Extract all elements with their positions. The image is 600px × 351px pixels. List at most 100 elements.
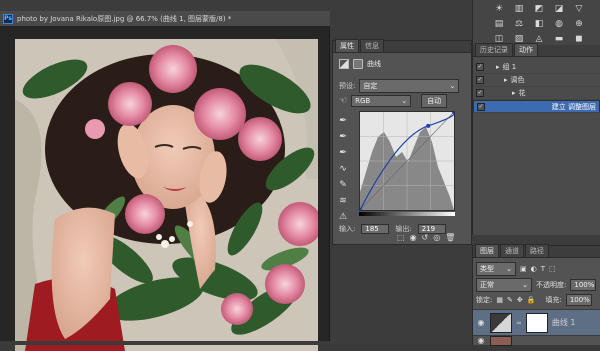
layer-mask-thumbnail[interactable] [525, 312, 548, 333]
preset-row: 预设: 自定 ⌄ [339, 79, 460, 93]
channel-row: ☜ RGB ⌄ 自动 [339, 94, 448, 108]
expand-triangle-icon[interactable]: ▸ [496, 63, 500, 71]
gradient-map-icon[interactable]: ▬ [553, 33, 565, 45]
lock-label: 锁定: [476, 296, 493, 304]
image-canvas[interactable] [15, 39, 318, 351]
action-label: 组 1 [502, 63, 517, 71]
pencil-tool-icon[interactable]: ✎ [337, 179, 349, 191]
action-checkbox[interactable]: ✓ [477, 102, 485, 111]
preset-select[interactable]: 自定 ⌄ [359, 79, 460, 93]
filter-shape-icon[interactable]: ⬚ [549, 265, 556, 273]
trash-icon[interactable]: 🗑 [445, 233, 455, 242]
tab-history[interactable]: 历史记录 [475, 43, 513, 56]
blend-row: 正常 ⌄ 不透明度: 100% [476, 278, 597, 292]
action-label: 建立 调整图层 [551, 102, 596, 111]
visibility-icon[interactable]: ◎ [433, 233, 440, 242]
kind-select[interactable]: 类型 ⌄ [476, 262, 516, 276]
photo-canvas-image [15, 39, 318, 351]
expand-triangle-icon[interactable]: ▸ [512, 89, 516, 97]
black-point-eyedropper-icon[interactable]: ✒ [337, 115, 349, 127]
tab-paths[interactable]: 路径 [525, 244, 549, 257]
layer-filter-row: 类型 ⌄ ▣ ◐ T ⬚ [476, 262, 556, 276]
action-checkbox[interactable]: ✓ [476, 63, 484, 71]
layers-tabs: 图层 通道 路径 [473, 244, 600, 258]
action-checkbox[interactable]: ✓ [476, 76, 484, 84]
clip-to-layer-icon[interactable]: ⬚ [397, 233, 405, 242]
tab-actions[interactable]: 动作 [514, 43, 538, 56]
layer-row-photo[interactable]: ◉ [473, 335, 600, 346]
curve-tools: ✒ ✒ ✒ ∿ ✎ ≋ ⚠ [337, 115, 351, 223]
black-white-icon[interactable]: ◧ [533, 18, 545, 30]
document-title: photo by Jovana Rikalo原图.jpg @ 66.7% (曲线… [17, 14, 232, 23]
mask-icon[interactable] [353, 59, 363, 69]
opacity-field[interactable]: 100% [570, 279, 597, 291]
filter-adjust-icon[interactable]: ◐ [531, 265, 537, 273]
photoshop-logo-icon: Ps [3, 13, 13, 24]
curves-adjustment-icon [339, 59, 349, 69]
warning-icon[interactable]: ⚠ [337, 211, 349, 223]
properties-panel: 属性 信息 曲线 预设: 自定 ⌄ ☜ RGB ⌄ 自动 ✒ ✒ ✒ ∿ ✎ ≋ ⚠ [332, 39, 472, 245]
auto-button[interactable]: 自动 [421, 94, 448, 108]
chevron-down-icon: ⌄ [449, 82, 456, 90]
view-previous-icon[interactable]: ◉ [410, 233, 417, 242]
vibrance-icon[interactable]: ▽ [573, 3, 585, 15]
adjustments-panel: ☀ ▥ ◩ ◪ ▽ ▤ ⚖ ◧ ◍ ⊕ ◫ ▨ ◬ ▬ ◼ [472, 0, 600, 45]
action-checkbox[interactable]: ✓ [476, 89, 484, 97]
eye-icon[interactable]: ◉ [476, 318, 486, 328]
lock-move-icon[interactable]: ✥ [517, 296, 523, 304]
layer-row-curves[interactable]: ◉ ∞ 曲线 1 [473, 309, 600, 335]
curves-graph[interactable] [358, 110, 456, 212]
exposure-icon[interactable]: ◪ [553, 3, 565, 15]
tab-info[interactable]: 信息 [360, 39, 384, 52]
preset-label: 预设: [339, 82, 356, 90]
action-item[interactable]: ✓ 建立 调整图层 [473, 100, 600, 113]
channel-mixer-icon[interactable]: ⊕ [573, 18, 585, 30]
color-balance-icon[interactable]: ⚖ [513, 18, 525, 30]
filter-pixel-icon[interactable]: ▣ [520, 265, 527, 273]
lock-row: 锁定: ▦ ✎ ✥ 🔒 填充: 100% [476, 294, 592, 306]
tab-channels[interactable]: 通道 [500, 244, 524, 257]
tab-properties[interactable]: 属性 [335, 39, 359, 52]
filter-type-icon[interactable]: T [541, 265, 545, 273]
selective-color-icon[interactable]: ◼ [573, 33, 585, 45]
smooth-icon[interactable]: ≋ [337, 195, 349, 207]
status-bar [0, 341, 330, 345]
hue-icon[interactable]: ▤ [493, 18, 505, 30]
lock-brush-icon[interactable]: ✎ [507, 296, 513, 304]
action-item[interactable]: ✓ ▸ 调色 [473, 74, 600, 87]
action-item[interactable]: ✓ ▸ 组 1 [473, 61, 600, 74]
brightness-icon[interactable]: ☀ [493, 3, 505, 15]
curves-header: 曲线 [339, 59, 381, 69]
curves-icon[interactable]: ◩ [533, 3, 545, 15]
hand-target-icon[interactable]: ☜ [339, 96, 347, 106]
reset-icon[interactable]: ↺ [422, 233, 429, 242]
action-item[interactable]: ✓ ▸ 花 [473, 87, 600, 100]
document-window: Ps photo by Jovana Rikalo原图.jpg @ 66.7% … [0, 11, 330, 351]
panel-name: 曲线 [367, 60, 381, 68]
lock-pixels-icon[interactable]: ▦ [496, 296, 503, 304]
levels-icon[interactable]: ▥ [513, 3, 525, 15]
blend-mode-select[interactable]: 正常 ⌄ [476, 278, 532, 292]
document-tab[interactable]: Ps photo by Jovana Rikalo原图.jpg @ 66.7% … [0, 11, 330, 27]
curve-point-tool-icon[interactable]: ∿ [337, 163, 349, 175]
fill-field[interactable]: 100% [565, 294, 592, 306]
photo-filter-icon[interactable]: ◍ [553, 18, 565, 30]
actions-panel: 历史记录 动作 ✓ ▸ 组 1 ✓ ▸ 调色 ✓ ▸ 花 ✓ 建立 调整图层 [472, 43, 600, 235]
kind-value: 类型 [480, 265, 494, 273]
tab-layers[interactable]: 图层 [475, 244, 499, 257]
link-icon: ∞ [516, 318, 522, 327]
expand-triangle-icon[interactable]: ▸ [504, 76, 508, 84]
curves-layer-thumbnail-icon [490, 312, 512, 333]
action-list: ✓ ▸ 组 1 ✓ ▸ 调色 ✓ ▸ 花 ✓ 建立 调整图层 [473, 61, 600, 113]
gray-point-eyedropper-icon[interactable]: ✒ [337, 131, 349, 143]
input-field[interactable]: 185 [361, 224, 390, 234]
lock-all-icon[interactable]: 🔒 [527, 296, 536, 304]
white-point-eyedropper-icon[interactable]: ✒ [337, 147, 349, 159]
preset-value: 自定 [363, 82, 378, 90]
channel-value: RGB [355, 97, 371, 105]
actions-tabs: 历史记录 动作 [473, 43, 600, 57]
photoshop-workspace: Ps photo by Jovana Rikalo原图.jpg @ 66.7% … [0, 0, 600, 351]
channel-select[interactable]: RGB ⌄ [351, 95, 412, 107]
action-label: 花 [518, 89, 526, 97]
input-gradient [359, 212, 455, 216]
